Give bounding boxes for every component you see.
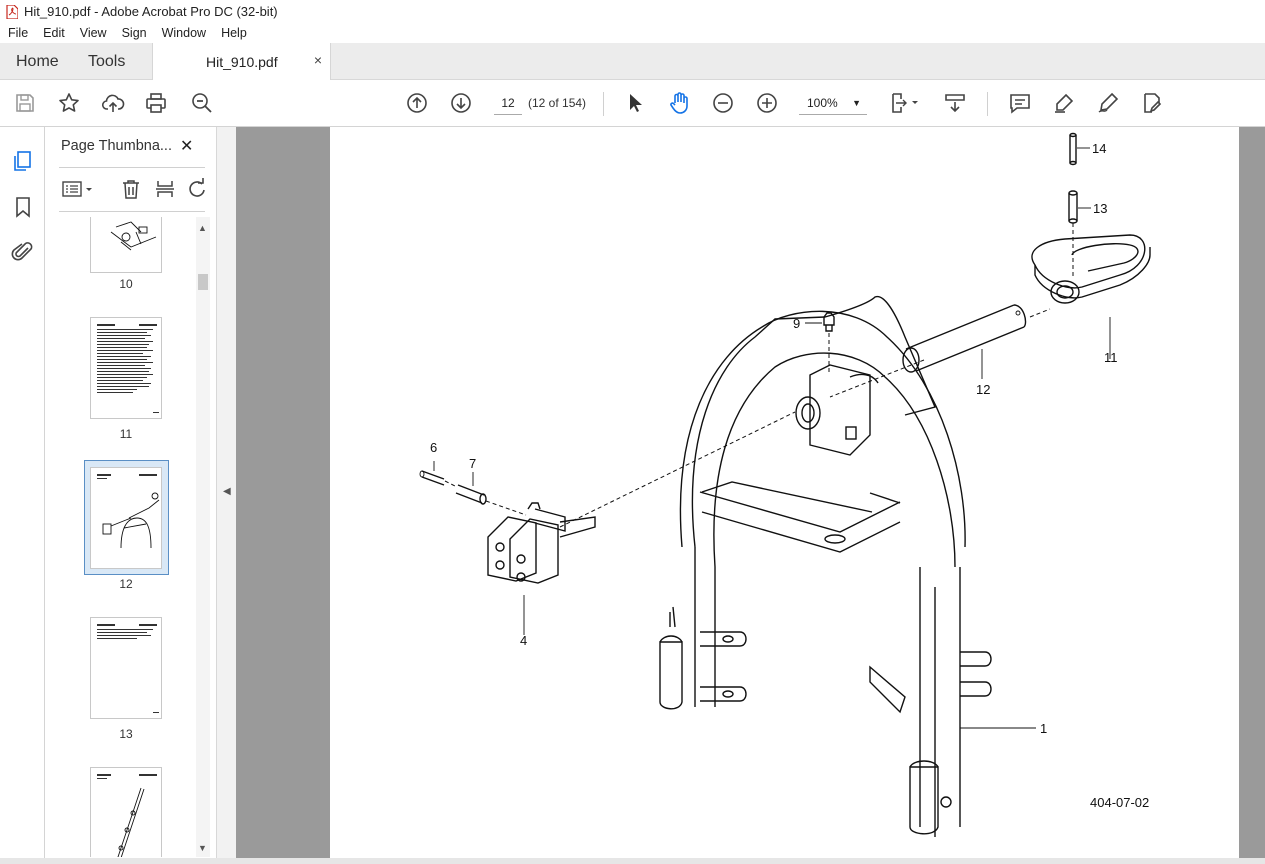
thumbnail-options-icon[interactable] [61, 177, 95, 201]
zoom-select[interactable]: 100% ▼ [799, 91, 867, 115]
close-icon[interactable]: ✕ [180, 136, 193, 156]
panel-title: Page Thumbna... [61, 138, 172, 154]
upload-icon[interactable] [99, 89, 127, 117]
left-navigation-rail [0, 127, 45, 864]
page-up-icon[interactable] [403, 89, 431, 117]
page-count: (12 of 154) [528, 96, 587, 110]
chevron-down-icon: ▼ [852, 98, 861, 108]
toolbar-divider [987, 92, 988, 116]
part-14-pin [1069, 132, 1090, 166]
pdf-page: 14 13 11 12 9 6 7 4 1 404-07-02 [330, 127, 1239, 860]
page-down-icon[interactable] [447, 89, 475, 117]
attachment-icon[interactable] [9, 238, 37, 266]
thumbnail-page-11[interactable] [90, 317, 162, 419]
document-viewport[interactable]: 14 13 11 12 9 6 7 4 1 404-07-02 [236, 127, 1265, 864]
acrobat-icon [6, 3, 19, 20]
page-number-input[interactable]: 12 [494, 91, 522, 115]
zoom-search-icon[interactable] [188, 89, 216, 117]
delete-page-icon[interactable] [119, 177, 143, 201]
menu-view[interactable]: View [72, 26, 114, 40]
scroll-down-icon[interactable]: ▼ [198, 843, 207, 853]
hand-icon[interactable] [665, 89, 693, 117]
thumbnail-page-12[interactable] [90, 467, 162, 569]
thumbnail-label: 10 [119, 277, 133, 291]
callout-7: 7 [469, 456, 476, 471]
callout-1: 1 [1040, 721, 1047, 736]
callout-13: 13 [1093, 201, 1107, 216]
save-icon[interactable] [11, 89, 39, 117]
tab-document-label: Hit_910.pdf [206, 54, 278, 70]
part-7-sleeve [444, 472, 527, 516]
part-4-bracket [487, 411, 796, 635]
chevron-left-icon[interactable]: ◀ [223, 486, 231, 497]
thumbnail-page-10[interactable] [90, 217, 162, 273]
thumbnail-list: 10 11 12 13 [46, 217, 196, 857]
callout-4: 4 [520, 633, 527, 648]
zoom-out-icon[interactable] [709, 89, 737, 117]
exploded-parts-diagram: 14 13 11 12 9 6 7 4 1 404-07-02 [419, 132, 1151, 837]
part-12-shaft [829, 304, 1051, 398]
menu-edit[interactable]: Edit [35, 26, 72, 40]
part-13-bushing [1068, 190, 1091, 224]
thumbnail-label: 11 [119, 427, 133, 441]
horizontal-scrollbar[interactable] [0, 858, 1265, 864]
thumbnail-scrollbar[interactable]: ▲ ▼ [196, 217, 210, 857]
part-1-frame [659, 296, 1036, 837]
part-6-pin [419, 461, 445, 486]
scroll-up-icon[interactable]: ▲ [198, 223, 207, 233]
zoom-value: 100% [807, 96, 838, 110]
close-tab-icon[interactable]: × [314, 52, 322, 68]
fit-page-icon[interactable] [887, 89, 923, 117]
toolbar: 12 (12 of 154) 100% ▼ [0, 80, 1265, 127]
scroll-mode-icon[interactable] [941, 89, 969, 117]
edit-pdf-icon[interactable] [1138, 89, 1166, 117]
page-thumbnails-panel: Page Thumbna... ✕ 10 11 12 13 ▲ ▼ [46, 127, 216, 864]
sign-icon[interactable] [1094, 89, 1122, 117]
callout-9: 9 [793, 316, 800, 331]
title-bar: Hit_910.pdf - Adobe Acrobat Pro DC (32-b… [0, 0, 1265, 23]
rotate-page-icon[interactable] [185, 177, 209, 201]
menu-file[interactable]: File [0, 26, 35, 40]
thumbnail-page-13[interactable] [90, 617, 162, 719]
menu-sign[interactable]: Sign [114, 26, 154, 40]
part-11-eye [1031, 234, 1151, 359]
highlight-icon[interactable] [1050, 89, 1078, 117]
thumbnail-label: 12 [119, 577, 133, 591]
tab-document[interactable]: Hit_910.pdf × [152, 43, 331, 81]
bookmark-icon[interactable] [9, 193, 37, 221]
select-cursor-icon[interactable] [621, 89, 649, 117]
thumbnail-label: 13 [119, 727, 133, 741]
menu-help[interactable]: Help [213, 26, 254, 40]
star-icon[interactable] [55, 89, 83, 117]
callout-11: 11 [1104, 350, 1118, 365]
page-thumbnails-icon[interactable] [9, 147, 37, 175]
comment-icon[interactable] [1006, 89, 1034, 117]
zoom-in-icon[interactable] [753, 89, 781, 117]
menu-bar: File Edit View Sign Window Help [0, 23, 1265, 43]
scrollbar-thumb[interactable] [198, 274, 208, 290]
thumbnail-page-14[interactable] [90, 767, 162, 857]
callout-12: 12 [976, 382, 990, 397]
window-title: Hit_910.pdf - Adobe Acrobat Pro DC (32-b… [24, 4, 278, 19]
callout-14: 14 [1092, 141, 1106, 156]
collapse-panel-handle[interactable]: ◀ [216, 127, 236, 864]
tab-bar: Home Tools Hit_910.pdf × [0, 43, 1265, 81]
tab-tools[interactable]: Tools [88, 43, 125, 80]
figure-id: 404-07-02 [1090, 795, 1149, 810]
insert-page-icon[interactable] [153, 177, 177, 201]
print-icon[interactable] [142, 89, 170, 117]
callout-6: 6 [430, 440, 437, 455]
menu-window[interactable]: Window [154, 26, 213, 40]
tab-home[interactable]: Home [16, 43, 59, 80]
panel-divider [59, 211, 205, 212]
toolbar-divider [603, 92, 604, 116]
panel-divider [59, 167, 205, 168]
